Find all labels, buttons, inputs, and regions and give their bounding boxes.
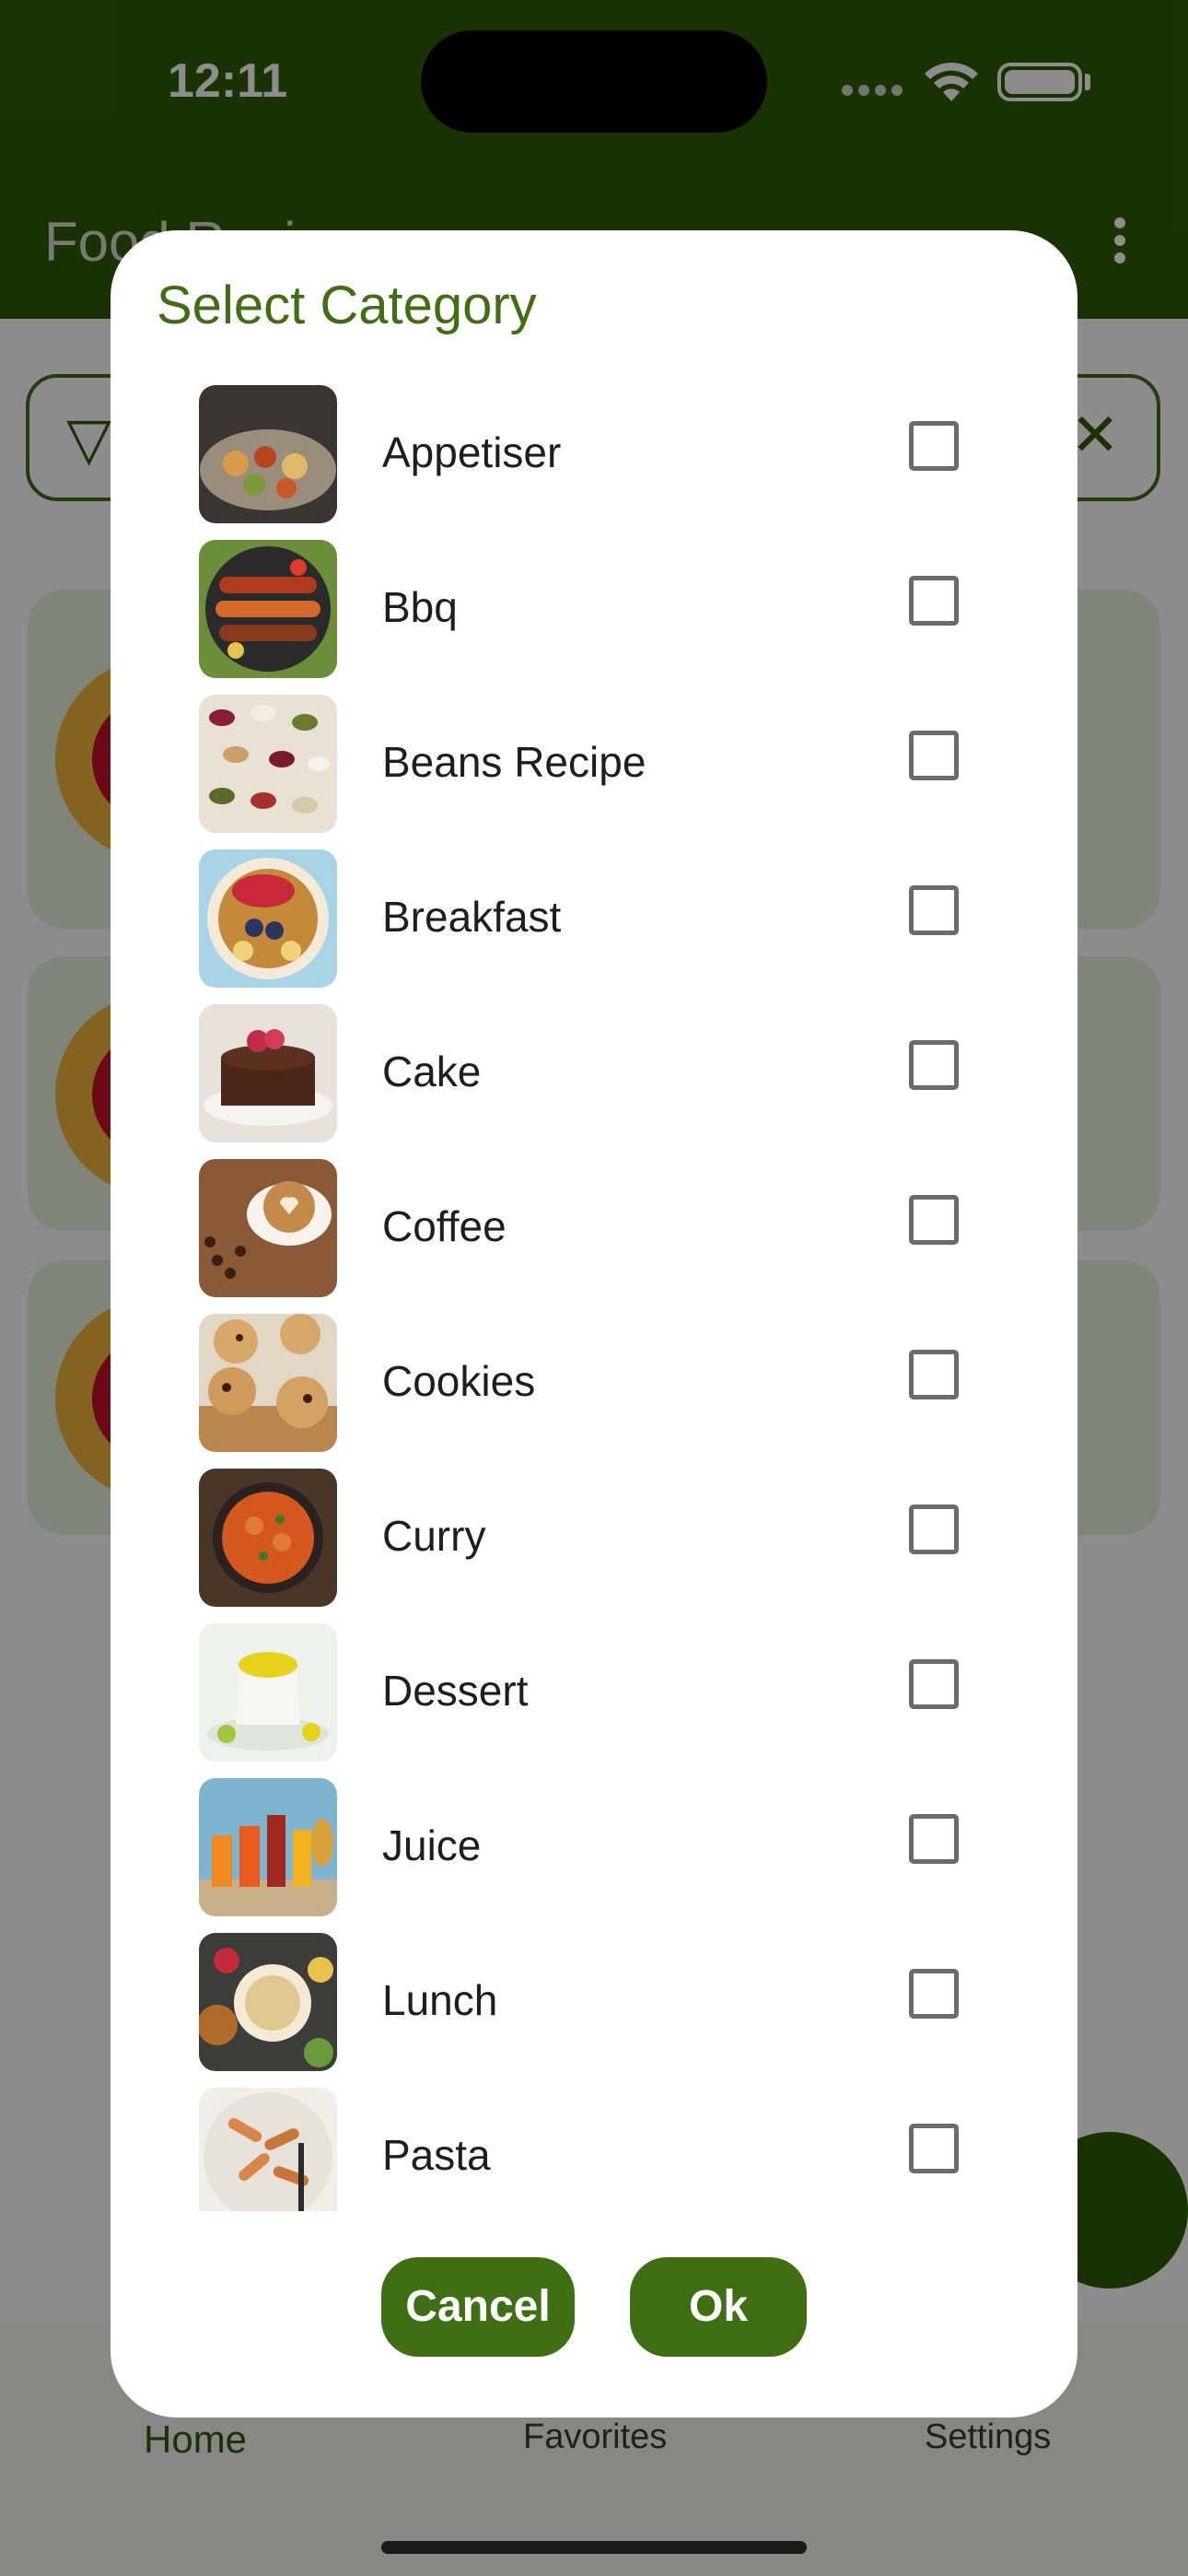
category-row-appetiser[interactable]: Appetiser — [111, 376, 1077, 531]
category-checkbox[interactable] — [909, 1814, 959, 1864]
category-label: Curry — [382, 1512, 486, 1560]
cake-image — [199, 1004, 337, 1142]
category-checkbox[interactable] — [909, 1040, 959, 1090]
category-row-lunch[interactable]: Lunch — [111, 1924, 1077, 2078]
pasta-image — [199, 2088, 337, 2211]
category-row-pasta[interactable]: Pasta — [111, 2078, 1077, 2211]
category-checkbox[interactable] — [909, 1350, 959, 1399]
category-row-curry[interactable]: Curry — [111, 1459, 1077, 1614]
category-label: Pasta — [382, 2131, 491, 2179]
coffee-image — [199, 1159, 337, 1297]
category-row-cake[interactable]: Cake — [111, 995, 1077, 1150]
cookies-image — [199, 1314, 337, 1452]
category-label: Coffee — [382, 1202, 507, 1250]
curry-image — [199, 1469, 337, 1607]
category-label: Dessert — [382, 1667, 529, 1715]
category-label: Cake — [382, 1048, 482, 1095]
category-checkbox[interactable] — [909, 2124, 959, 2173]
category-checkbox[interactable] — [909, 1969, 959, 2019]
breakfast-image — [199, 849, 337, 988]
select-category-dialog: Select Category Appetiser Bbq Beans Reci… — [111, 230, 1077, 2418]
category-list[interactable]: Appetiser Bbq Beans Recipe Breakfast Cak… — [111, 376, 1077, 2211]
category-checkbox[interactable] — [909, 576, 959, 626]
category-row-beans-recipe[interactable]: Beans Recipe — [111, 685, 1077, 840]
lunch-image — [199, 1933, 337, 2071]
home-indicator — [381, 2541, 807, 2554]
dialog-title: Select Category — [157, 275, 537, 335]
category-checkbox[interactable] — [909, 731, 959, 780]
category-label: Lunch — [382, 1976, 498, 2024]
category-checkbox[interactable] — [909, 885, 959, 935]
category-row-juice[interactable]: Juice — [111, 1769, 1077, 1924]
category-checkbox[interactable] — [909, 1659, 959, 1709]
appetiser-image — [199, 385, 337, 523]
category-row-dessert[interactable]: Dessert — [111, 1614, 1077, 1769]
category-label: Beans Recipe — [382, 738, 646, 786]
bbq-image — [199, 540, 337, 678]
category-label: Appetiser — [382, 428, 562, 476]
juice-image — [199, 1778, 337, 1916]
ok-button[interactable]: Ok — [630, 2257, 807, 2357]
category-checkbox[interactable] — [909, 1195, 959, 1245]
category-label: Juice — [382, 1821, 482, 1869]
category-row-cookies[interactable]: Cookies — [111, 1305, 1077, 1459]
beans-image — [199, 695, 337, 833]
category-label: Bbq — [382, 583, 458, 631]
category-row-breakfast[interactable]: Breakfast — [111, 840, 1077, 995]
category-checkbox[interactable] — [909, 1505, 959, 1554]
category-row-coffee[interactable]: Coffee — [111, 1150, 1077, 1305]
cancel-button[interactable]: Cancel — [381, 2257, 575, 2357]
category-row-bbq[interactable]: Bbq — [111, 531, 1077, 685]
dessert-image — [199, 1623, 337, 1762]
category-label: Breakfast — [382, 893, 562, 941]
category-label: Cookies — [382, 1357, 536, 1405]
category-checkbox[interactable] — [909, 421, 959, 471]
